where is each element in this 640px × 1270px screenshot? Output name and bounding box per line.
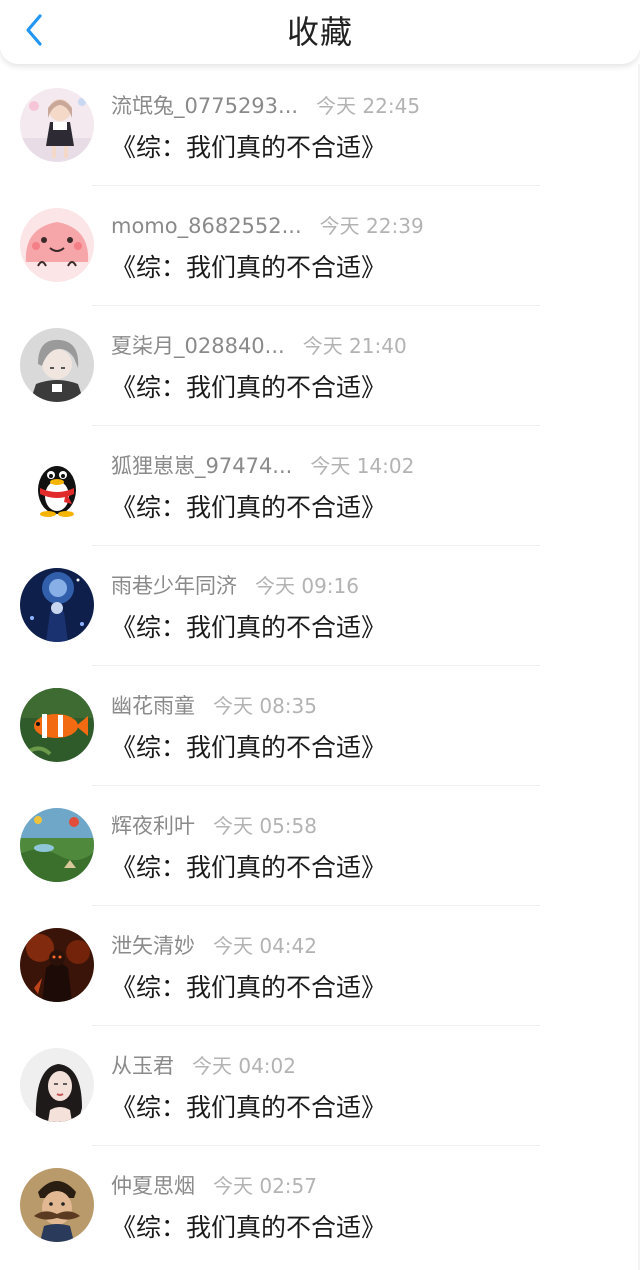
user-name[interactable]: 幽花雨童 bbox=[111, 690, 195, 720]
book-title[interactable]: 《综：我们真的不合适》 bbox=[111, 1088, 386, 1124]
timestamp: 今天 04:02 bbox=[192, 1054, 296, 1078]
avatar[interactable] bbox=[20, 688, 94, 762]
item-meta: 幽花雨童 今天 08:35 bbox=[111, 690, 317, 720]
user-name[interactable]: 狐狸崽崽_97474... bbox=[111, 450, 292, 480]
timestamp: 今天 14:02 bbox=[310, 454, 415, 478]
item-meta: 辉夜利叶 今天 05:58 bbox=[111, 810, 317, 840]
item-meta: 夏柒月_028840... 今天 21:40 bbox=[111, 330, 407, 360]
page-title: 收藏 bbox=[286, 13, 353, 51]
avatar[interactable] bbox=[20, 88, 94, 162]
timestamp: 今天 22:45 bbox=[316, 94, 421, 118]
timestamp: 今天 02:57 bbox=[213, 1174, 317, 1198]
mustache-man-avatar-image bbox=[20, 1168, 94, 1242]
item-meta: 雨巷少年同济 今天 09:16 bbox=[111, 570, 359, 600]
item-meta: 狐狸崽崽_97474... 今天 14:02 bbox=[111, 450, 414, 480]
book-title[interactable]: 《综：我们真的不合适》 bbox=[111, 608, 386, 644]
anime-girl-avatar-image bbox=[20, 88, 94, 162]
avatar[interactable] bbox=[20, 1168, 94, 1242]
user-name[interactable]: 流氓兔_0775293... bbox=[111, 90, 298, 120]
item-meta: 流氓兔_0775293... 今天 22:45 bbox=[111, 90, 420, 120]
book-title[interactable]: 《综：我们真的不合适》 bbox=[111, 248, 386, 284]
avatar[interactable] bbox=[20, 928, 94, 1002]
timestamp: 今天 22:39 bbox=[319, 214, 424, 238]
book-title[interactable]: 《综：我们真的不合适》 bbox=[111, 728, 386, 764]
favorites-list: 流氓兔_0775293... 今天 22:45 《综：我们真的不合适》 momo… bbox=[0, 66, 640, 1266]
list-item[interactable]: 仲夏思烟 今天 02:57 《综：我们真的不合适》 bbox=[0, 1146, 640, 1266]
pink-blob-avatar-image bbox=[20, 208, 94, 282]
user-name[interactable]: 仲夏思烟 bbox=[111, 1170, 195, 1200]
item-meta: momo_8682552... 今天 22:39 bbox=[111, 210, 424, 240]
list-item[interactable]: 流氓兔_0775293... 今天 22:45 《综：我们真的不合适》 bbox=[0, 66, 640, 186]
list-item[interactable]: 辉夜利叶 今天 05:58 《综：我们真的不合适》 bbox=[0, 786, 640, 906]
book-title[interactable]: 《综：我们真的不合适》 bbox=[111, 968, 386, 1004]
user-name[interactable]: 泄矢清妙 bbox=[111, 930, 195, 960]
timestamp: 今天 21:40 bbox=[302, 334, 407, 358]
list-item[interactable]: 泄矢清妙 今天 04:42 《综：我们真的不合适》 bbox=[0, 906, 640, 1026]
avatar[interactable] bbox=[20, 568, 94, 642]
timestamp: 今天 09:16 bbox=[255, 574, 359, 598]
blue-night-avatar-image bbox=[20, 568, 94, 642]
item-meta: 仲夏思烟 今天 02:57 bbox=[111, 1170, 317, 1200]
dark-warrior-avatar-image bbox=[20, 928, 94, 1002]
avatar[interactable] bbox=[20, 328, 94, 402]
timestamp: 今天 04:42 bbox=[213, 934, 317, 958]
top-bar: 收藏 bbox=[0, 0, 640, 64]
item-meta: 泄矢清妙 今天 04:42 bbox=[111, 930, 317, 960]
list-item[interactable]: 狐狸崽崽_97474... 今天 14:02 《综：我们真的不合适》 bbox=[0, 426, 640, 546]
avatar[interactable] bbox=[20, 448, 94, 522]
avatar[interactable] bbox=[20, 808, 94, 882]
item-meta: 从玉君 今天 04:02 bbox=[111, 1050, 296, 1080]
book-title[interactable]: 《综：我们真的不合适》 bbox=[111, 368, 386, 404]
clownfish-avatar-image bbox=[20, 688, 94, 762]
book-title[interactable]: 《综：我们真的不合适》 bbox=[111, 128, 386, 164]
timestamp: 今天 08:35 bbox=[213, 694, 317, 718]
avatar[interactable] bbox=[20, 1048, 94, 1122]
user-name[interactable]: 辉夜利叶 bbox=[111, 810, 195, 840]
user-name[interactable]: 从玉君 bbox=[111, 1050, 174, 1080]
list-item[interactable]: 从玉君 今天 04:02 《综：我们真的不合适》 bbox=[0, 1026, 640, 1146]
list-item[interactable]: 雨巷少年同济 今天 09:16 《综：我们真的不合适》 bbox=[0, 546, 640, 666]
woman-portrait-avatar-image bbox=[20, 1048, 94, 1122]
avatar[interactable] bbox=[20, 208, 94, 282]
book-title[interactable]: 《综：我们真的不合适》 bbox=[111, 1208, 386, 1244]
book-title[interactable]: 《综：我们真的不合适》 bbox=[111, 488, 386, 524]
qq-penguin-icon bbox=[20, 448, 94, 522]
user-name[interactable]: momo_8682552... bbox=[111, 214, 302, 238]
list-item[interactable]: 幽花雨童 今天 08:35 《综：我们真的不合适》 bbox=[0, 666, 640, 786]
anime-boy-avatar-image bbox=[20, 328, 94, 402]
book-title[interactable]: 《综：我们真的不合适》 bbox=[111, 848, 386, 884]
timestamp: 今天 05:58 bbox=[213, 814, 317, 838]
user-name[interactable]: 雨巷少年同济 bbox=[111, 570, 237, 600]
list-item[interactable]: momo_8682552... 今天 22:39 《综：我们真的不合适》 bbox=[0, 186, 640, 306]
list-item[interactable]: 夏柒月_028840... 今天 21:40 《综：我们真的不合适》 bbox=[0, 306, 640, 426]
landscape-avatar-image bbox=[20, 808, 94, 882]
user-name[interactable]: 夏柒月_028840... bbox=[111, 330, 285, 360]
